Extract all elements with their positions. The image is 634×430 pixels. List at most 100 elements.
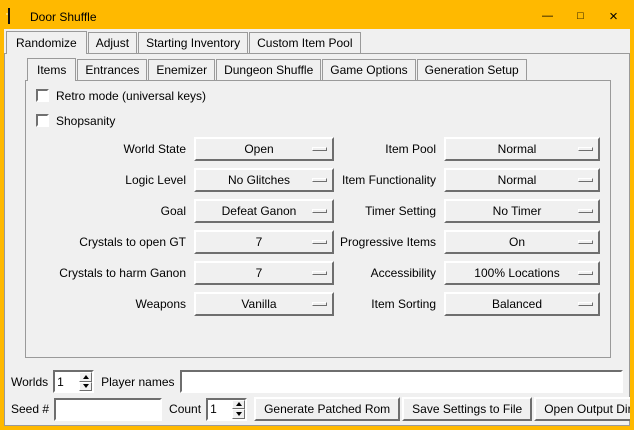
- tab-entrances[interactable]: Entrances: [77, 59, 147, 80]
- count-spinner-up[interactable]: [232, 400, 245, 410]
- dropdown-progressive-items[interactable]: On: [444, 230, 600, 254]
- dropdown-indicator-icon: [312, 178, 327, 182]
- dropdown-indicator-icon: [578, 209, 593, 213]
- save-settings-button[interactable]: Save Settings to File: [402, 397, 532, 421]
- generate-rom-button[interactable]: Generate Patched Rom: [254, 397, 400, 421]
- dropdown-crystals-gt[interactable]: 7: [194, 230, 334, 254]
- worlds-label: Worlds: [11, 375, 48, 389]
- tab-generation-setup[interactable]: Generation Setup: [417, 59, 527, 80]
- arrow-down-icon: [236, 412, 242, 416]
- seed-row: Seed # Count Generate Patched Rom Save S…: [11, 397, 623, 421]
- tab-game-options[interactable]: Game Options: [322, 59, 415, 80]
- outer-tab-bar: Randomize Adjust Starting Inventory Cust…: [6, 31, 630, 53]
- dropdown-indicator-icon: [312, 147, 327, 151]
- dropdown-indicator-icon: [312, 240, 327, 244]
- tab-dungeon-shuffle[interactable]: Dungeon Shuffle: [216, 59, 321, 80]
- form-row: Goal Defeat Ganon Timer Setting No Timer: [34, 199, 610, 223]
- accessibility-label: Accessibility: [334, 266, 444, 280]
- form-row: Weapons Vanilla Item Sorting Balanced: [34, 292, 610, 316]
- worlds-spinner[interactable]: [53, 370, 94, 393]
- dropdown-value: No Timer: [493, 204, 552, 218]
- dropdown-value: No Glitches: [228, 173, 300, 187]
- dropdown-item-functionality[interactable]: Normal: [444, 168, 600, 192]
- dropdown-timer-setting[interactable]: No Timer: [444, 199, 600, 223]
- item-pool-label: Item Pool: [334, 142, 444, 156]
- settings-grid: World State Open Item Pool Normal Logic …: [26, 137, 610, 316]
- dropdown-value: 7: [256, 266, 273, 280]
- dropdown-indicator-icon: [312, 302, 327, 306]
- worlds-spinner-arrows: [79, 372, 92, 391]
- progressive-items-label: Progressive Items: [334, 235, 444, 249]
- app-icon-shape: [8, 8, 10, 24]
- count-input[interactable]: [208, 400, 232, 419]
- count-spinner-arrows: [232, 400, 245, 419]
- tab-starting-inventory[interactable]: Starting Inventory: [138, 32, 248, 53]
- crystals-ganon-label: Crystals to harm Ganon: [34, 266, 194, 280]
- dropdown-value: 7: [256, 235, 273, 249]
- shopsanity-label: Shopsanity: [56, 114, 115, 128]
- retro-mode-row: Retro mode (universal keys): [36, 87, 610, 104]
- worlds-spinner-up[interactable]: [79, 372, 92, 382]
- tab-items[interactable]: Items: [27, 58, 76, 81]
- arrow-up-icon: [236, 402, 242, 406]
- inner-tab-bar: Items Entrances Enemizer Dungeon Shuffle…: [27, 58, 629, 80]
- worlds-spinner-down[interactable]: [79, 382, 92, 392]
- dropdown-indicator-icon: [578, 147, 593, 151]
- items-pane: Retro mode (universal keys) Shopsanity W…: [25, 80, 611, 358]
- dropdown-world-state[interactable]: Open: [194, 137, 334, 161]
- player-names-input[interactable]: [180, 370, 624, 393]
- open-output-button[interactable]: Open Output Directory: [534, 397, 634, 421]
- arrow-up-icon: [83, 375, 89, 379]
- world-state-label: World State: [34, 142, 194, 156]
- dropdown-indicator-icon: [312, 209, 327, 213]
- goal-label: Goal: [34, 204, 194, 218]
- dropdown-value: Defeat Ganon: [222, 204, 307, 218]
- dropdown-value: Normal: [498, 173, 547, 187]
- timer-setting-label: Timer Setting: [334, 204, 444, 218]
- titlebar[interactable]: Door Shuffle — □ ×: [4, 4, 630, 29]
- dropdown-indicator-icon: [312, 271, 327, 275]
- checkbox-shopsanity[interactable]: [36, 114, 49, 127]
- dropdown-crystals-ganon[interactable]: 7: [194, 261, 334, 285]
- count-spinner[interactable]: [206, 398, 247, 421]
- checkbox-retro-mode[interactable]: [36, 89, 49, 102]
- window-title: Door Shuffle: [30, 10, 531, 24]
- worlds-row: Worlds Player names: [11, 370, 623, 393]
- dropdown-indicator-icon: [578, 178, 593, 182]
- weapons-label: Weapons: [34, 297, 194, 311]
- item-sorting-label: Item Sorting: [334, 297, 444, 311]
- dropdown-value: Open: [244, 142, 283, 156]
- doorknob-icon: [6, 13, 8, 15]
- maximize-button[interactable]: □: [564, 4, 597, 29]
- tab-enemizer[interactable]: Enemizer: [148, 59, 215, 80]
- dropdown-weapons[interactable]: Vanilla: [194, 292, 334, 316]
- count-spinner-down[interactable]: [232, 409, 245, 419]
- minimize-button[interactable]: —: [531, 4, 564, 29]
- dropdown-indicator-icon: [578, 302, 593, 306]
- dropdown-value: Normal: [498, 142, 547, 156]
- dropdown-item-pool[interactable]: Normal: [444, 137, 600, 161]
- seed-input[interactable]: [54, 398, 162, 421]
- seed-label: Seed #: [11, 402, 49, 416]
- crystals-gt-label: Crystals to open GT: [34, 235, 194, 249]
- shopsanity-row: Shopsanity: [36, 112, 610, 129]
- dropdown-item-sorting[interactable]: Balanced: [444, 292, 600, 316]
- dropdown-accessibility[interactable]: 100% Locations: [444, 261, 600, 285]
- dropdown-value: Balanced: [492, 297, 552, 311]
- count-label: Count: [169, 402, 201, 416]
- form-row: Logic Level No Glitches Item Functionali…: [34, 168, 610, 192]
- dropdown-indicator-icon: [578, 271, 593, 275]
- retro-mode-label: Retro mode (universal keys): [56, 89, 206, 103]
- app-icon: [8, 9, 24, 25]
- dropdown-goal[interactable]: Defeat Ganon: [194, 199, 334, 223]
- app-window: Door Shuffle — □ × Randomize Adjust Star…: [0, 0, 634, 430]
- tab-custom-item-pool[interactable]: Custom Item Pool: [249, 32, 360, 53]
- close-button[interactable]: ×: [597, 4, 630, 29]
- tab-adjust[interactable]: Adjust: [88, 32, 137, 53]
- dropdown-logic-level[interactable]: No Glitches: [194, 168, 334, 192]
- window-body: Randomize Adjust Starting Inventory Cust…: [4, 29, 630, 426]
- item-functionality-label: Item Functionality: [334, 173, 444, 187]
- tab-randomize[interactable]: Randomize: [6, 31, 87, 54]
- form-row: Crystals to harm Ganon 7 Accessibility 1…: [34, 261, 610, 285]
- worlds-input[interactable]: [55, 372, 79, 391]
